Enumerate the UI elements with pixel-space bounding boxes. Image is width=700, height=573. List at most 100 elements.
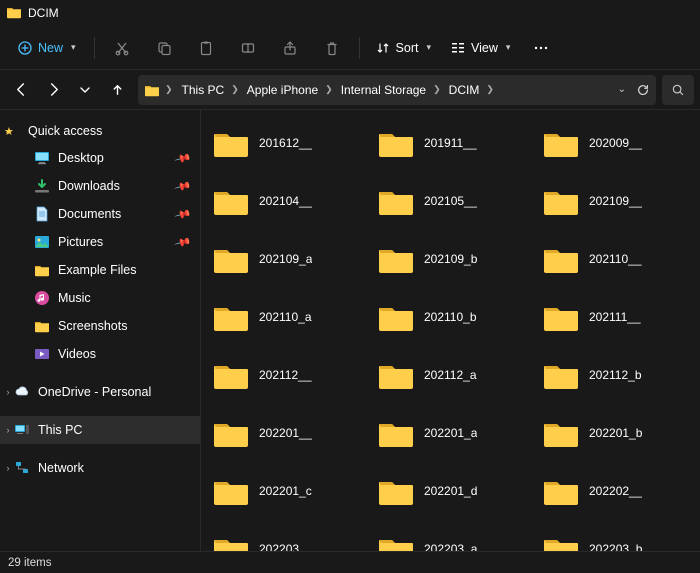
address-folder-icon: [144, 83, 160, 97]
sidebar-item-label: Screenshots: [58, 319, 127, 333]
folder-item[interactable]: 202104__: [209, 178, 362, 224]
folder-item[interactable]: 202201_c: [209, 468, 362, 514]
folder-item[interactable]: 202201_b: [539, 410, 692, 456]
chevron-down-icon: ▾: [506, 42, 511, 53]
folder-item[interactable]: 202203_a: [374, 526, 527, 551]
folder-icon: [213, 244, 249, 274]
up-button[interactable]: [102, 75, 132, 105]
folder-item[interactable]: 202109_b: [374, 236, 527, 282]
sidebar-item-label: Pictures: [58, 235, 103, 249]
breadcrumb-segment[interactable]: DCIM❯: [445, 79, 498, 101]
titlebar: DCIM: [0, 0, 700, 26]
breadcrumb-segment[interactable]: Apple iPhone ❯: [243, 79, 337, 101]
folder-icon: [34, 262, 50, 278]
recent-locations-button[interactable]: [70, 75, 100, 105]
folder-item[interactable]: 202203_b: [539, 526, 692, 551]
folder-item[interactable]: 202110__: [539, 236, 692, 282]
address-bar[interactable]: ❯ This PC❯Apple iPhone❯Internal Storage❯…: [138, 75, 656, 105]
breadcrumb-label: Apple iPhone: [247, 83, 318, 97]
folder-label: 202009__: [589, 136, 642, 150]
onedrive-label: OneDrive - Personal: [38, 385, 151, 399]
folder-item[interactable]: 202009__: [539, 120, 692, 166]
folder-item[interactable]: 201612__: [209, 120, 362, 166]
this-pc-label: This PC: [38, 423, 82, 437]
folder-item[interactable]: 202110_b: [374, 294, 527, 340]
address-dropdown-button[interactable]: ⌄: [618, 84, 626, 95]
folder-label: 202109__: [589, 194, 642, 208]
sidebar-item-label: Music: [58, 291, 91, 305]
sidebar-item[interactable]: Pictures📌: [0, 228, 200, 256]
search-box[interactable]: [662, 75, 694, 105]
folder-item[interactable]: 202203__: [209, 526, 362, 551]
sidebar-item-quick-access[interactable]: ⌄ ★ Quick access: [0, 118, 200, 144]
folder-label: 202201_d: [424, 484, 477, 498]
chevron-down-icon: ▾: [426, 42, 431, 53]
paste-button[interactable]: [187, 31, 225, 65]
sidebar-item[interactable]: Desktop📌: [0, 144, 200, 172]
share-button[interactable]: [271, 31, 309, 65]
sidebar-item[interactable]: Example Files: [0, 256, 200, 284]
chevron-right-icon: ❯: [325, 84, 333, 95]
folder-item[interactable]: 202202__: [539, 468, 692, 514]
toolbar: New ▾ Sort ▾ View ▾: [0, 26, 700, 70]
sidebar-item[interactable]: Videos: [0, 340, 200, 368]
sidebar-item-label: Videos: [58, 347, 96, 361]
folder-item[interactable]: 202105__: [374, 178, 527, 224]
content-pane[interactable]: 201612__ 201911__ 202009__ 202104__ 202105__…: [201, 110, 700, 551]
folder-item[interactable]: 202109_a: [209, 236, 362, 282]
forward-button[interactable]: [38, 75, 68, 105]
folder-icon: [213, 302, 249, 332]
folder-item[interactable]: 202112__: [209, 352, 362, 398]
sidebar-item[interactable]: Screenshots: [0, 312, 200, 340]
refresh-button[interactable]: [636, 83, 650, 97]
folder-item[interactable]: 202110_a: [209, 294, 362, 340]
rename-button[interactable]: [229, 31, 267, 65]
back-button[interactable]: [6, 75, 36, 105]
folder-label: 202104__: [259, 194, 312, 208]
folder-item[interactable]: 202201_a: [374, 410, 527, 456]
breadcrumb-segment[interactable]: This PC❯: [178, 79, 243, 101]
delete-button[interactable]: [313, 31, 351, 65]
view-button[interactable]: View ▾: [443, 35, 518, 61]
view-icon: [451, 41, 465, 55]
folder-icon: [543, 244, 579, 274]
desktop-icon: [34, 150, 50, 166]
folder-icon: [378, 186, 414, 216]
status-bar: 29 items: [0, 551, 700, 573]
new-button-label: New: [38, 41, 63, 55]
folder-icon: [378, 128, 414, 158]
sidebar-item-onedrive[interactable]: › OneDrive - Personal: [0, 378, 200, 406]
folder-icon: [543, 128, 579, 158]
sidebar-item-network[interactable]: › Network: [0, 454, 200, 482]
folder-icon: [543, 418, 579, 448]
folder-label: 202110_a: [259, 310, 312, 324]
folder-item[interactable]: 202112_a: [374, 352, 527, 398]
sidebar-item-label: Downloads: [58, 179, 120, 193]
copy-button[interactable]: [145, 31, 183, 65]
folder-item[interactable]: 202109__: [539, 178, 692, 224]
sidebar-item[interactable]: Documents📌: [0, 200, 200, 228]
sidebar-item-this-pc[interactable]: › This PC: [0, 416, 200, 444]
folder-icon: [378, 476, 414, 506]
pin-icon: 📌: [174, 177, 192, 195]
cut-button[interactable]: [103, 31, 141, 65]
folder-item[interactable]: 202111__: [539, 294, 692, 340]
breadcrumb-segment[interactable]: Internal Storage❯: [337, 79, 445, 101]
sidebar-item[interactable]: Downloads 📌: [0, 172, 200, 200]
view-label: View: [471, 41, 498, 55]
new-button[interactable]: New ▾: [8, 35, 86, 61]
folder-icon: [213, 186, 249, 216]
search-icon: [671, 83, 685, 97]
quick-access-label: Quick access: [28, 124, 102, 138]
sort-button[interactable]: Sort ▾: [368, 35, 439, 61]
chevron-right-icon: ❯: [231, 84, 239, 95]
chevron-right-icon: ❯: [433, 84, 441, 95]
folder-icon: [543, 302, 579, 332]
sidebar-item[interactable]: Music: [0, 284, 200, 312]
folder-item[interactable]: 202201__: [209, 410, 362, 456]
more-button[interactable]: [522, 31, 560, 65]
folder-item[interactable]: 201911__: [374, 120, 527, 166]
folder-item[interactable]: 202112_b: [539, 352, 692, 398]
folder-label: 202201_a: [424, 426, 477, 440]
folder-item[interactable]: 202201_d: [374, 468, 527, 514]
